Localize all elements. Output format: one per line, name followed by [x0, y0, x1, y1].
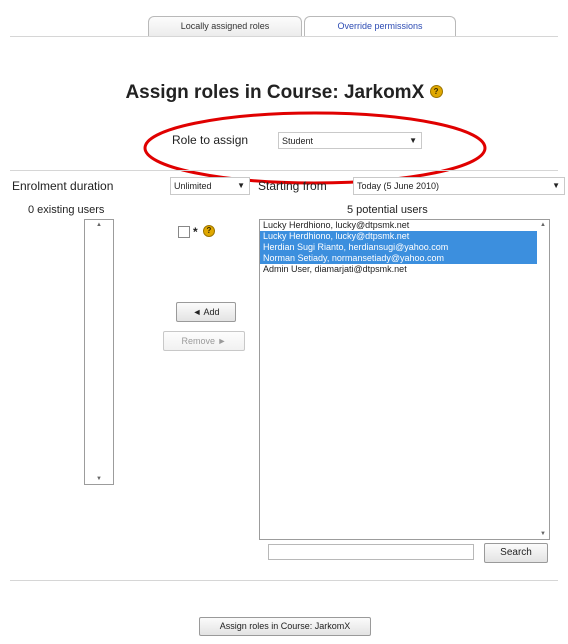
list-item[interactable]: Lucky Herdhiono, lucky@dtpsmk.net [260, 231, 537, 242]
tab-override-permissions[interactable]: Override permissions [304, 16, 456, 36]
hidden-marker: * [193, 225, 198, 239]
scroll-up-icon[interactable]: ▲ [96, 222, 102, 228]
scroll-up-icon[interactable]: ▲ [540, 222, 546, 228]
section-divider-bottom [10, 580, 558, 581]
list-item[interactable]: Admin User, diamarjati@dtpsmk.net [260, 264, 537, 275]
existing-users-heading: 0 existing users [28, 204, 105, 216]
chevron-down-icon: ▼ [237, 181, 245, 190]
search-button[interactable]: Search [484, 543, 548, 563]
page-title: Assign roles in Course: JarkomX ? [0, 82, 568, 104]
scroll-down-icon[interactable]: ▼ [96, 476, 102, 482]
tab-locally-assigned-roles[interactable]: Locally assigned roles [148, 16, 302, 36]
tabs-divider [10, 36, 558, 37]
starting-from-label: Starting from [258, 179, 327, 193]
list-item[interactable]: Norman Setiady, normansetiady@yahoo.com [260, 253, 537, 264]
hidden-checkbox[interactable] [178, 226, 190, 238]
starting-from-select[interactable]: Today (5 June 2010) ▼ [353, 177, 565, 195]
enrolment-duration-label: Enrolment duration [12, 179, 114, 193]
enrolment-duration-value: Unlimited [174, 181, 212, 191]
existing-users-list[interactable]: ▲ ▼ [84, 219, 114, 485]
add-button[interactable]: ◄ Add [176, 302, 236, 322]
help-icon[interactable]: ? [429, 85, 443, 99]
list-item[interactable]: Herdian Sugi Rianto, herdiansugi@yahoo.c… [260, 242, 537, 253]
page-title-text: Assign roles in Course: JarkomX [125, 82, 425, 103]
enrolment-duration-select[interactable]: Unlimited ▼ [170, 177, 250, 195]
list-item[interactable]: Lucky Herdhiono, lucky@dtpsmk.net [260, 220, 549, 231]
section-divider-top [10, 170, 558, 171]
annotation-ellipse [143, 111, 487, 185]
help-icon[interactable]: ? [203, 225, 215, 237]
potential-users-heading: 5 potential users [347, 204, 428, 216]
chevron-down-icon: ▼ [552, 181, 560, 190]
scroll-down-icon[interactable]: ▼ [540, 531, 546, 537]
search-input[interactable] [268, 544, 474, 560]
remove-button[interactable]: Remove ► [163, 331, 245, 351]
starting-from-value: Today (5 June 2010) [357, 181, 440, 191]
potential-users-list[interactable]: Lucky Herdhiono, lucky@dtpsmk.net Lucky … [259, 219, 550, 540]
assign-roles-button[interactable]: Assign roles in Course: JarkomX [199, 617, 371, 636]
